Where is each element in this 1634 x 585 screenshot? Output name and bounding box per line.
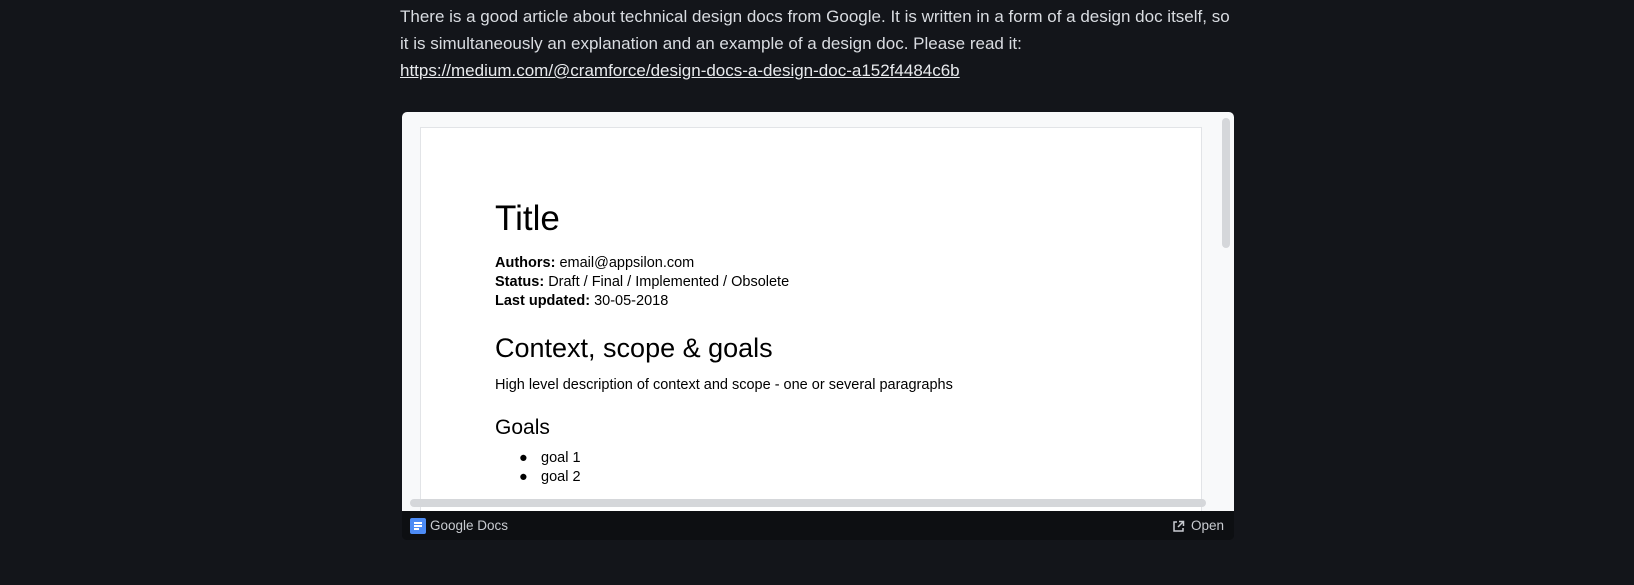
goal-text: goal 2 <box>541 469 581 485</box>
google-docs-icon <box>410 518 426 534</box>
meta-label: Last updated: <box>495 293 591 309</box>
list-item: ● goal 2 <box>519 468 1155 487</box>
doc-page: Title Authors: email@appsilon.com Status… <box>420 127 1202 511</box>
doc-title: Title <box>495 199 560 238</box>
article-paragraph: There is a good article about technical … <box>400 3 1230 84</box>
open-label: Open <box>1190 518 1224 533</box>
meta-value: 30-05-2018 <box>594 293 669 309</box>
goal-text: goal 1 <box>541 450 581 466</box>
external-link-icon <box>1172 520 1185 533</box>
vertical-scrollbar[interactable] <box>1222 118 1230 248</box>
open-button[interactable]: Open <box>1172 518 1224 534</box>
list-item: ● goal 1 <box>519 449 1155 468</box>
doc-content: Title Authors: email@appsilon.com Status… <box>495 198 1155 487</box>
source-label: Google Docs <box>430 518 509 533</box>
doc-meta-last-updated: Last updated: 30-05-2018 <box>495 292 1155 311</box>
doc-viewer[interactable]: Title Authors: email@appsilon.com Status… <box>402 112 1234 511</box>
embed-footer: Google Docs Open <box>402 511 1234 540</box>
article-link[interactable]: https://medium.com/@cramforce/design-doc… <box>400 61 960 80</box>
bullet-icon: ● <box>519 469 528 485</box>
doc-goals-list: ● goal 1 ● goal 2 <box>495 449 1155 487</box>
bullet-icon: ● <box>519 450 528 466</box>
meta-label: Status: <box>495 274 545 290</box>
doc-section-text: High level description of context and sc… <box>495 377 953 393</box>
article-text: There is a good article about technical … <box>400 7 1230 53</box>
horizontal-scrollbar[interactable] <box>410 499 1206 507</box>
meta-value: email@appsilon.com <box>559 255 695 271</box>
doc-section-heading: Context, scope & goals <box>495 333 773 363</box>
doc-meta-authors: Authors: email@appsilon.com <box>495 254 1155 273</box>
meta-label: Authors: <box>495 255 556 271</box>
meta-value: Draft / Final / Implemented / Obsolete <box>548 274 790 290</box>
doc-meta-status: Status: Draft / Final / Implemented / Ob… <box>495 273 1155 292</box>
google-docs-embed: Title Authors: email@appsilon.com Status… <box>402 112 1234 540</box>
doc-goals-heading: Goals <box>495 416 550 439</box>
